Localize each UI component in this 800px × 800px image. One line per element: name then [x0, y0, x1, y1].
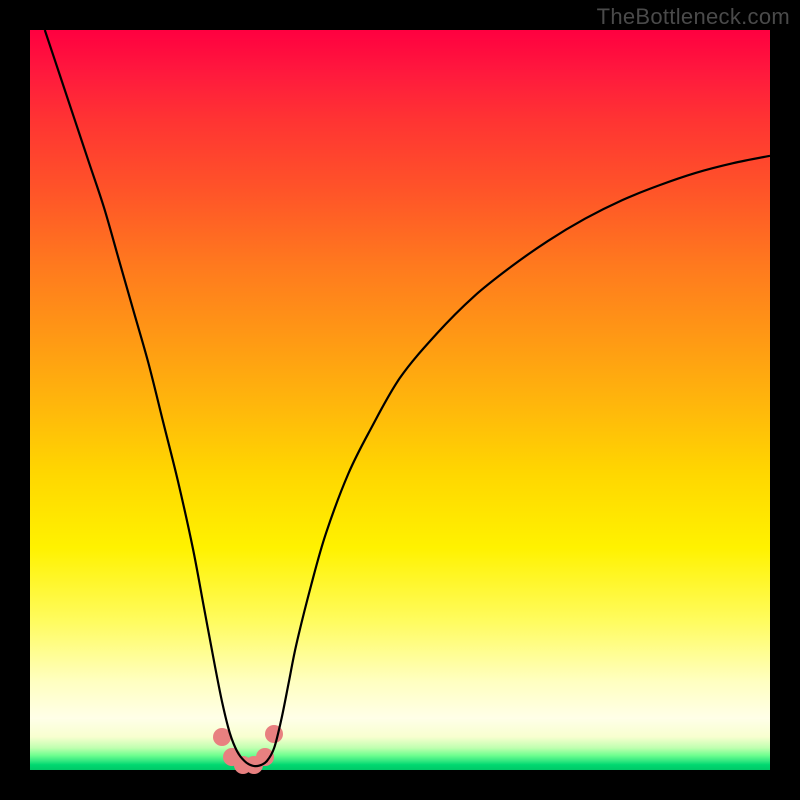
bottleneck-curve-path [45, 30, 770, 766]
bottleneck-curve-svg [30, 30, 770, 770]
chart-plot-area [30, 30, 770, 770]
watermark-text: TheBottleneck.com [597, 4, 790, 30]
